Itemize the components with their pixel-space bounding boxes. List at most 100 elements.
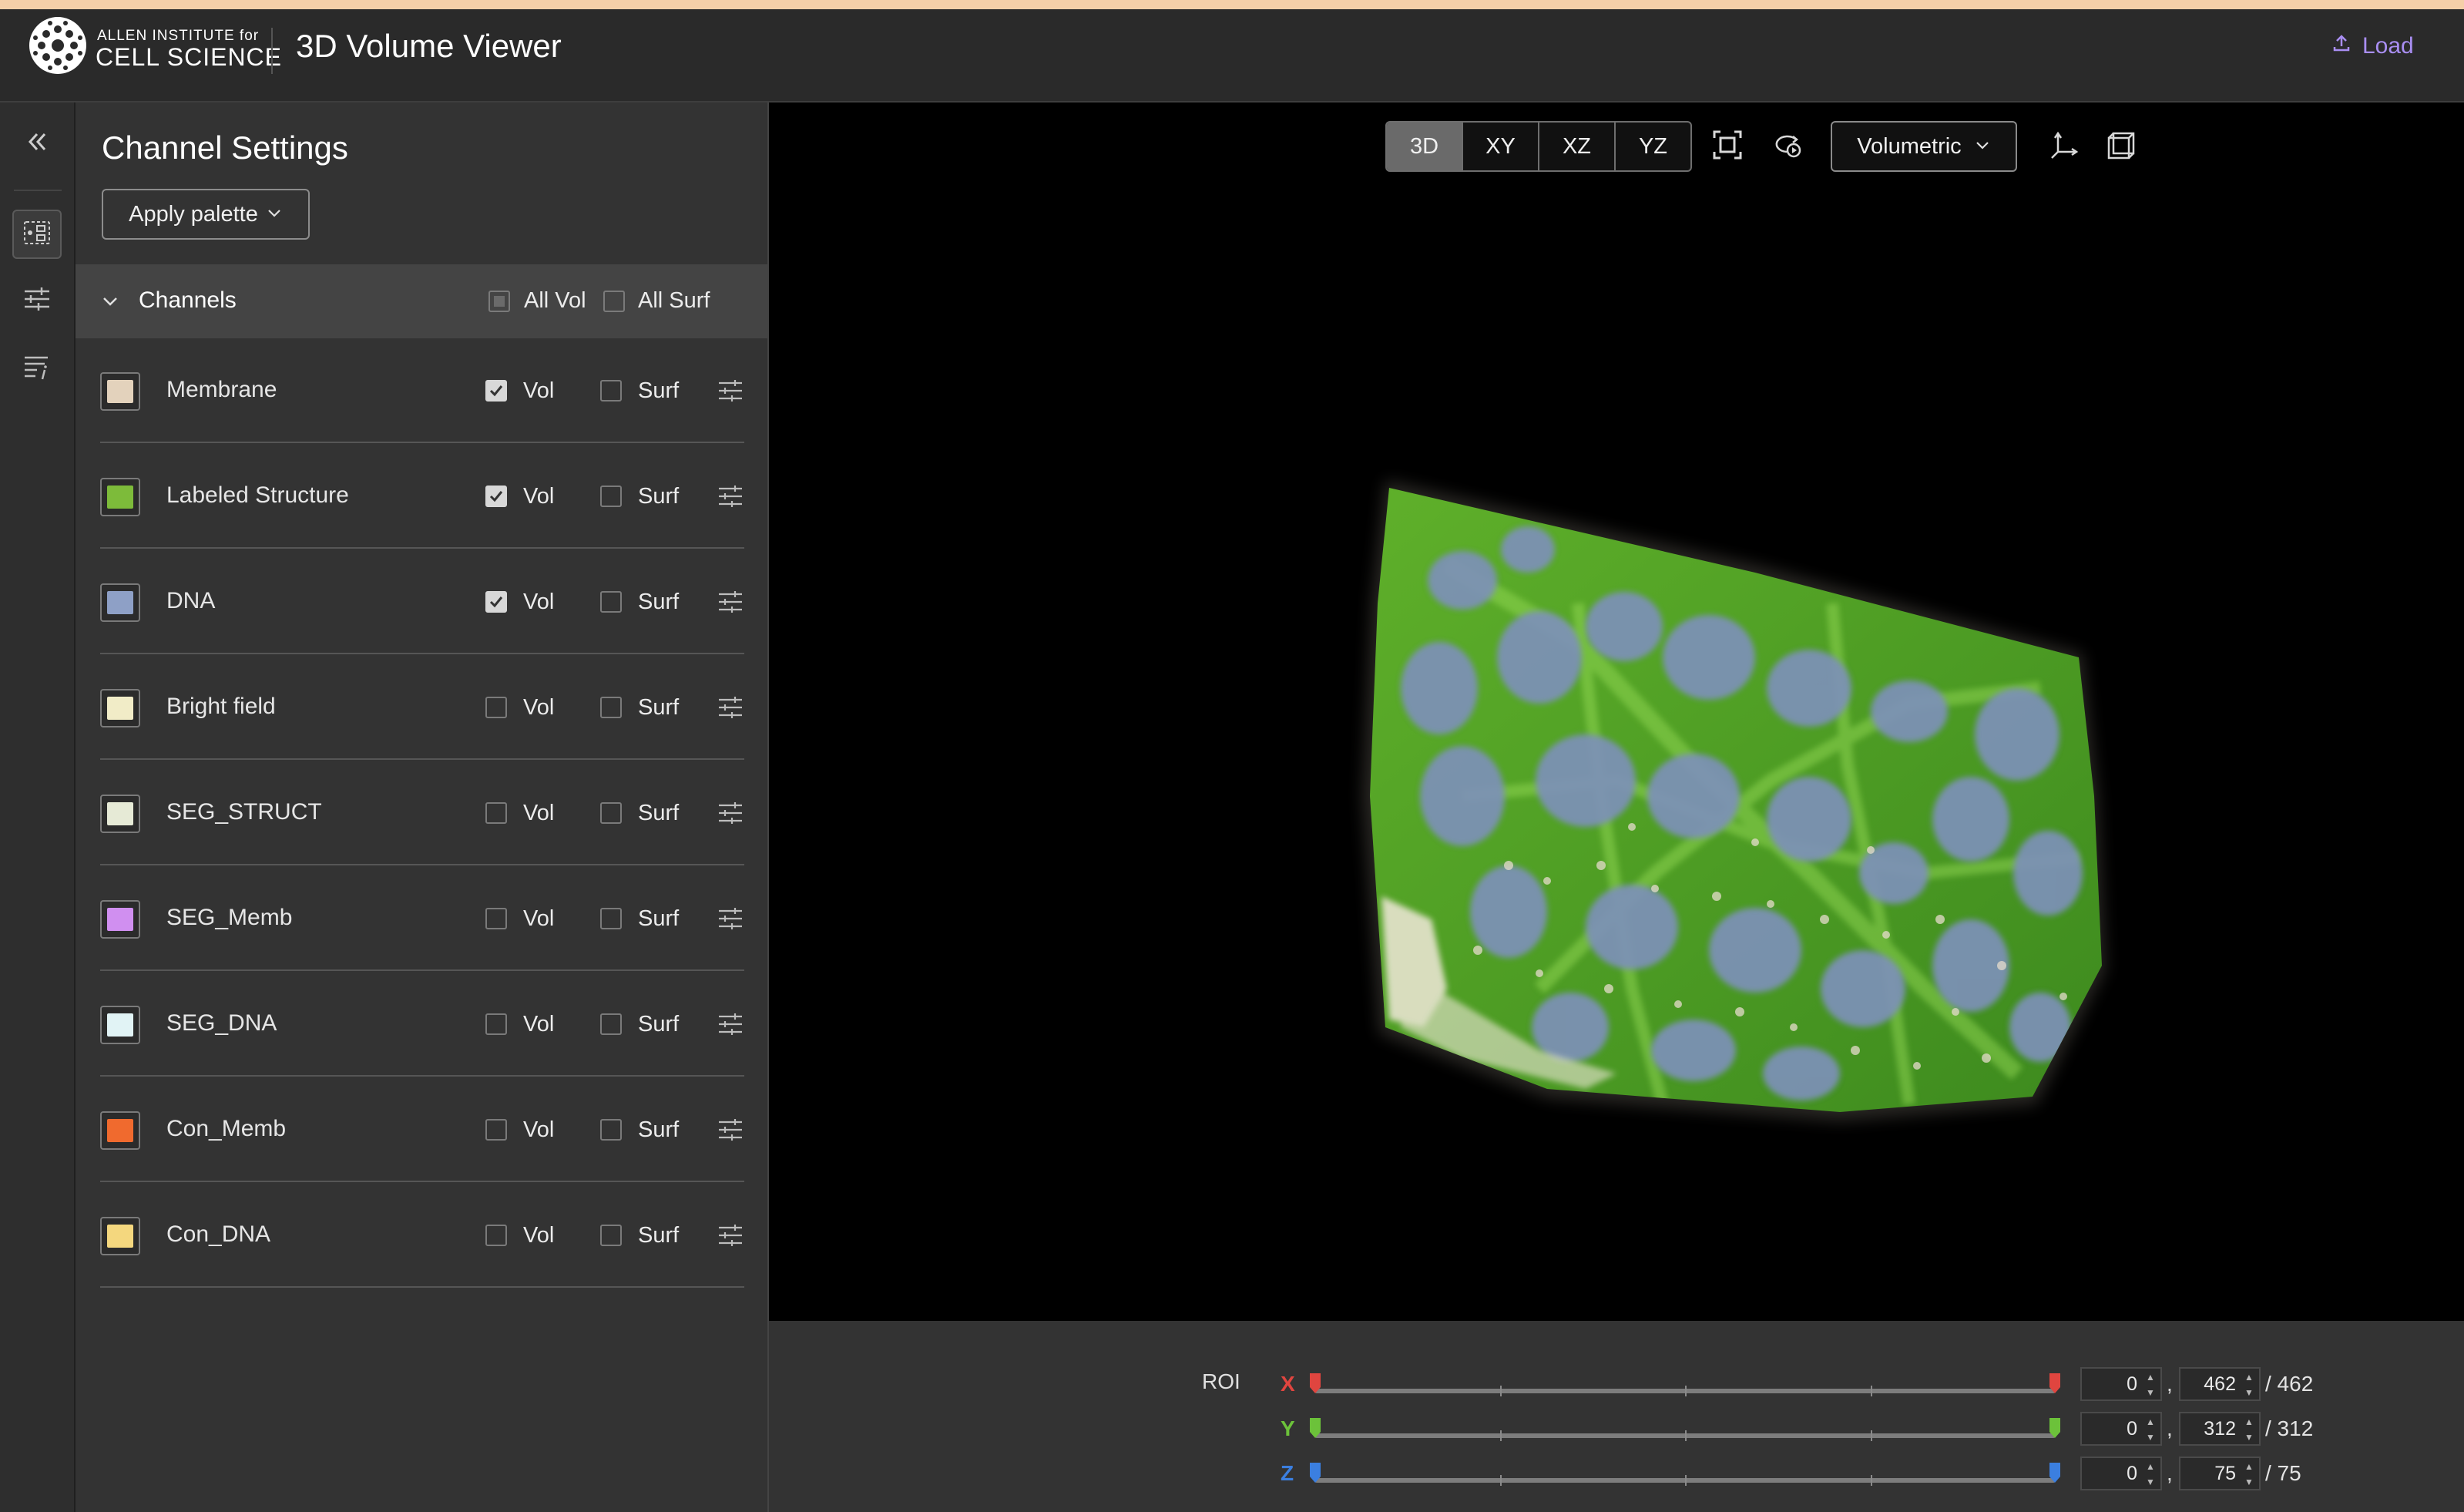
sliders-icon: [719, 697, 742, 718]
roi-max-input[interactable]: 312 ▲ ▼: [2179, 1412, 2261, 1446]
channel-settings-button[interactable]: [717, 588, 744, 616]
channel-settings-tab[interactable]: [12, 210, 62, 259]
roi-slider-min-handle[interactable]: [1310, 1463, 1321, 1483]
slider-tick: [1500, 1386, 1502, 1396]
channel-vol-checkbox[interactable]: [485, 802, 507, 824]
channel-surf-checkbox[interactable]: [600, 697, 622, 718]
roi-min-input[interactable]: 0 ▲ ▼: [2080, 1457, 2162, 1490]
metadata-tab[interactable]: [12, 344, 62, 393]
channel-color-picker[interactable]: [100, 478, 140, 516]
collapse-panel-button[interactable]: [12, 119, 62, 168]
channel-settings-button[interactable]: [717, 1221, 744, 1249]
channel-settings-button[interactable]: [717, 482, 744, 510]
sliders-icon: [719, 380, 742, 402]
channel-surf-checkbox[interactable]: [600, 380, 622, 402]
roi-slider-max-handle[interactable]: [2049, 1463, 2060, 1483]
sliders-icon: [22, 284, 52, 318]
channel-color-picker[interactable]: [100, 583, 140, 622]
channel-settings-button[interactable]: [717, 694, 744, 721]
view-3d-button[interactable]: 3D: [1387, 123, 1463, 170]
channel-color-swatch: [107, 802, 133, 825]
stepper-arrows-icon[interactable]: ▲ ▼: [2143, 1372, 2157, 1398]
channel-surf-checkbox[interactable]: [600, 1119, 622, 1141]
stepper-arrows-icon[interactable]: ▲ ▼: [2143, 1461, 2157, 1487]
all-vol-label: All Vol: [524, 288, 586, 313]
view-xz-button[interactable]: XZ: [1539, 123, 1616, 170]
stepper-arrows-icon[interactable]: ▲ ▼: [2242, 1416, 2256, 1443]
channel-vol-checkbox[interactable]: [485, 908, 507, 929]
checkmark-icon: [489, 596, 503, 608]
channel-vol-checkbox[interactable]: [485, 1013, 507, 1035]
roi-max-input[interactable]: 462 ▲ ▼: [2179, 1367, 2261, 1401]
channel-surf-checkbox[interactable]: [600, 908, 622, 929]
roi-slider-max-handle[interactable]: [2049, 1373, 2060, 1393]
roi-min-input[interactable]: 0 ▲ ▼: [2080, 1367, 2162, 1401]
all-surf-checkbox[interactable]: [603, 291, 625, 312]
chevron-down-icon: [266, 202, 283, 227]
channel-settings-button[interactable]: [717, 377, 744, 405]
all-vol-checkbox[interactable]: [488, 291, 510, 312]
channel-vol-checkbox[interactable]: [485, 1225, 507, 1246]
volume-viewport[interactable]: [769, 102, 2464, 1321]
channel-vol-checkbox[interactable]: [485, 380, 507, 402]
channel-color-picker[interactable]: [100, 689, 140, 727]
channel-vol-label: Vol: [523, 590, 555, 614]
channel-surf-checkbox[interactable]: [600, 802, 622, 824]
roi-axis-total: / 312: [2265, 1416, 2314, 1440]
axes-icon: [2047, 129, 2080, 165]
roi-min-input[interactable]: 0 ▲ ▼: [2080, 1412, 2162, 1446]
roi-slider-min-handle[interactable]: [1310, 1418, 1321, 1438]
channel-settings-button[interactable]: [717, 1010, 744, 1038]
view-xy-button[interactable]: XY: [1463, 123, 1539, 170]
apply-palette-dropdown[interactable]: Apply palette: [102, 189, 310, 240]
slider-tick: [1500, 1475, 1502, 1486]
channel-color-swatch: [107, 1225, 133, 1248]
channel-settings-button[interactable]: [717, 905, 744, 932]
channel-color-picker[interactable]: [100, 372, 140, 411]
reset-camera-button[interactable]: [1709, 128, 1746, 165]
bounding-box-button[interactable]: [2103, 128, 2140, 165]
channel-settings-button[interactable]: [717, 799, 744, 827]
channels-collapse-toggle[interactable]: [100, 291, 120, 315]
load-button[interactable]: Load: [2331, 31, 2414, 62]
channel-color-swatch: [107, 380, 133, 403]
cube-icon: [2106, 129, 2138, 165]
roi-slider-min-handle[interactable]: [1310, 1373, 1321, 1393]
channel-color-picker[interactable]: [100, 795, 140, 833]
volume-render: [1362, 480, 2106, 1121]
channel-color-picker[interactable]: [100, 1006, 140, 1044]
channel-surf-checkbox[interactable]: [600, 486, 622, 507]
axes-toggle-button[interactable]: [2045, 128, 2082, 165]
roi-max-input[interactable]: 75 ▲ ▼: [2179, 1457, 2261, 1490]
channel-vol-checkbox[interactable]: [485, 1119, 507, 1141]
sliders-icon: [719, 1013, 742, 1035]
roi-slider-max-handle[interactable]: [2049, 1418, 2060, 1438]
view-yz-button[interactable]: YZ: [1616, 123, 1690, 170]
stepper-arrows-icon[interactable]: ▲ ▼: [2143, 1416, 2157, 1443]
channel-color-picker[interactable]: [100, 900, 140, 939]
load-label: Load: [2362, 33, 2414, 59]
channel-settings-button[interactable]: [717, 1116, 744, 1144]
channel-vol-checkbox[interactable]: [485, 486, 507, 507]
channel-surf-checkbox[interactable]: [600, 591, 622, 613]
channel-vol-checkbox[interactable]: [485, 591, 507, 613]
channel-color-picker[interactable]: [100, 1111, 140, 1150]
channel-surf-label: Surf: [638, 906, 680, 931]
channel-color-swatch: [107, 908, 133, 931]
autorotate-button[interactable]: [1769, 128, 1806, 165]
channel-surf-checkbox[interactable]: [600, 1013, 622, 1035]
channel-color-swatch: [107, 1119, 133, 1142]
apply-palette-label: Apply palette: [129, 201, 258, 227]
render-mode-select[interactable]: Volumetric: [1831, 121, 2017, 172]
channel-vol-checkbox[interactable]: [485, 697, 507, 718]
channel-row: Membrane Vol Surf: [100, 338, 744, 443]
global-settings-tab[interactable]: [12, 276, 62, 325]
channel-color-picker[interactable]: [100, 1217, 140, 1255]
stepper-arrows-icon[interactable]: ▲ ▼: [2242, 1372, 2256, 1398]
channel-row: SEG_STRUCT Vol Surf: [100, 761, 744, 865]
channel-row: SEG_Memb Vol Surf: [100, 866, 744, 971]
channel-surf-checkbox[interactable]: [600, 1225, 622, 1246]
channel-name: SEG_Memb: [166, 905, 293, 930]
checkmark-icon: [489, 491, 503, 502]
stepper-arrows-icon[interactable]: ▲ ▼: [2242, 1461, 2256, 1487]
